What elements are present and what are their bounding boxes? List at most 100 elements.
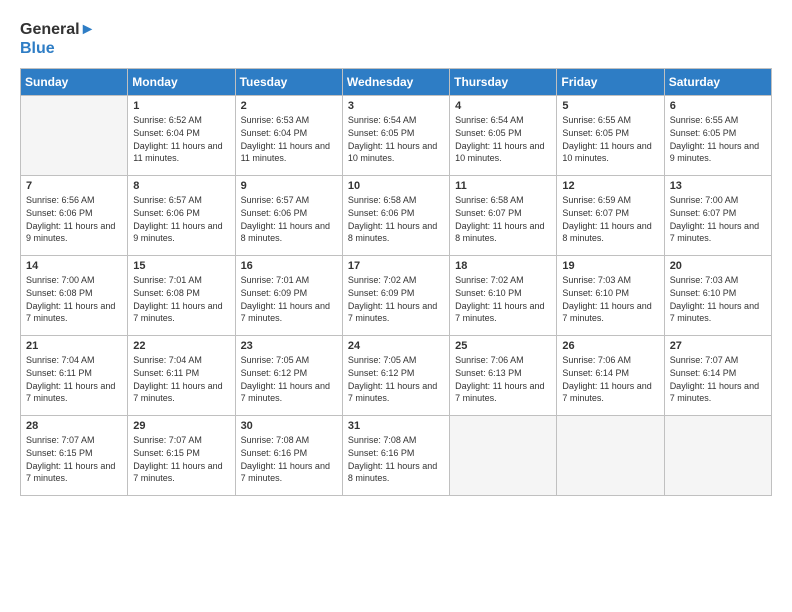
day-number: 22 <box>133 340 229 352</box>
day-info: Sunrise: 7:00 AMSunset: 6:08 PMDaylight:… <box>26 274 122 324</box>
day-info: Sunrise: 6:55 AMSunset: 6:05 PMDaylight:… <box>670 114 766 164</box>
day-number: 13 <box>670 180 766 192</box>
day-info: Sunrise: 6:52 AMSunset: 6:04 PMDaylight:… <box>133 114 229 164</box>
calendar-table: SundayMondayTuesdayWednesdayThursdayFrid… <box>20 68 772 496</box>
calendar-cell <box>664 416 771 496</box>
day-number: 29 <box>133 420 229 432</box>
calendar-cell: 7 Sunrise: 6:56 AMSunset: 6:06 PMDaylight… <box>21 176 128 256</box>
day-info: Sunrise: 7:04 AMSunset: 6:11 PMDaylight:… <box>133 354 229 404</box>
day-number: 3 <box>348 100 444 112</box>
day-info: Sunrise: 7:01 AMSunset: 6:08 PMDaylight:… <box>133 274 229 324</box>
calendar-cell: 12Sunrise: 6:59 AMSunset: 6:07 PMDayligh… <box>557 176 664 256</box>
calendar-cell: 31 Sunrise: 7:08 AMSunset: 6:16 PMDayligh… <box>342 416 449 496</box>
day-number: 19 <box>562 260 658 272</box>
day-info: Sunrise: 7:07 AMSunset: 6:15 PMDaylight:… <box>133 434 229 484</box>
calendar-cell: 20Sunrise: 7:03 AMSunset: 6:10 PMDayligh… <box>664 256 771 336</box>
calendar-week-3: 14 Sunrise: 7:00 AMSunset: 6:08 PMDayligh… <box>21 256 772 336</box>
day-info: Sunrise: 7:01 AMSunset: 6:09 PMDaylight:… <box>241 274 337 324</box>
day-number: 23 <box>241 340 337 352</box>
calendar-cell: 24 Sunrise: 7:05 AMSunset: 6:12 PMDayligh… <box>342 336 449 416</box>
calendar-cell: 13 Sunrise: 7:00 AMSunset: 6:07 PMDayligh… <box>664 176 771 256</box>
calendar-cell: 11 Sunrise: 6:58 AMSunset: 6:07 PMDayligh… <box>450 176 557 256</box>
calendar-cell: 10 Sunrise: 6:58 AMSunset: 6:06 PMDayligh… <box>342 176 449 256</box>
day-number: 25 <box>455 340 551 352</box>
day-info: Sunrise: 7:05 AMSunset: 6:12 PMDaylight:… <box>348 354 444 404</box>
column-header-saturday: Saturday <box>664 69 771 96</box>
calendar-cell: 28 Sunrise: 7:07 AMSunset: 6:15 PMDayligh… <box>21 416 128 496</box>
calendar-cell <box>557 416 664 496</box>
calendar-week-4: 21 Sunrise: 7:04 AMSunset: 6:11 PMDayligh… <box>21 336 772 416</box>
day-number: 5 <box>562 100 658 112</box>
day-number: 7 <box>26 180 122 192</box>
day-number: 26 <box>562 340 658 352</box>
day-number: 31 <box>348 420 444 432</box>
day-info: Sunrise: 6:55 AMSunset: 6:05 PMDaylight:… <box>562 114 658 164</box>
calendar-cell: 17Sunrise: 7:02 AMSunset: 6:09 PMDayligh… <box>342 256 449 336</box>
day-info: Sunrise: 6:54 AMSunset: 6:05 PMDaylight:… <box>455 114 551 164</box>
calendar-cell: 5 Sunrise: 6:55 AMSunset: 6:05 PMDaylight… <box>557 96 664 176</box>
day-info: Sunrise: 6:53 AMSunset: 6:04 PMDaylight:… <box>241 114 337 164</box>
calendar-cell <box>21 96 128 176</box>
day-number: 9 <box>241 180 337 192</box>
calendar-cell: 30 Sunrise: 7:08 AMSunset: 6:16 PMDayligh… <box>235 416 342 496</box>
logo-blue-text: Blue <box>20 39 95 58</box>
day-number: 21 <box>26 340 122 352</box>
day-number: 28 <box>26 420 122 432</box>
calendar-cell: 1 Sunrise: 6:52 AMSunset: 6:04 PMDaylight… <box>128 96 235 176</box>
day-number: 30 <box>241 420 337 432</box>
calendar-cell: 14 Sunrise: 7:00 AMSunset: 6:08 PMDayligh… <box>21 256 128 336</box>
calendar-cell <box>450 416 557 496</box>
calendar-cell: 25 Sunrise: 7:06 AMSunset: 6:13 PMDayligh… <box>450 336 557 416</box>
logo-general-text: General► <box>20 20 95 39</box>
calendar-cell: 8Sunrise: 6:57 AMSunset: 6:06 PMDaylight… <box>128 176 235 256</box>
day-info: Sunrise: 6:58 AMSunset: 6:07 PMDaylight:… <box>455 194 551 244</box>
calendar-cell: 3Sunrise: 6:54 AMSunset: 6:05 PMDaylight… <box>342 96 449 176</box>
calendar-cell: 4Sunrise: 6:54 AMSunset: 6:05 PMDaylight… <box>450 96 557 176</box>
day-number: 11 <box>455 180 551 192</box>
calendar-cell: 9 Sunrise: 6:57 AMSunset: 6:06 PMDaylight… <box>235 176 342 256</box>
calendar-cell: 29 Sunrise: 7:07 AMSunset: 6:15 PMDayligh… <box>128 416 235 496</box>
column-header-sunday: Sunday <box>21 69 128 96</box>
day-info: Sunrise: 7:04 AMSunset: 6:11 PMDaylight:… <box>26 354 122 404</box>
day-info: Sunrise: 7:02 AMSunset: 6:09 PMDaylight:… <box>348 274 444 324</box>
column-header-friday: Friday <box>557 69 664 96</box>
day-number: 10 <box>348 180 444 192</box>
calendar-week-1: 1 Sunrise: 6:52 AMSunset: 6:04 PMDaylight… <box>21 96 772 176</box>
day-number: 24 <box>348 340 444 352</box>
day-number: 2 <box>241 100 337 112</box>
day-info: Sunrise: 7:00 AMSunset: 6:07 PMDaylight:… <box>670 194 766 244</box>
day-info: Sunrise: 7:06 AMSunset: 6:14 PMDaylight:… <box>562 354 658 404</box>
day-info: Sunrise: 7:05 AMSunset: 6:12 PMDaylight:… <box>241 354 337 404</box>
day-info: Sunrise: 7:07 AMSunset: 6:14 PMDaylight:… <box>670 354 766 404</box>
day-info: Sunrise: 7:08 AMSunset: 6:16 PMDaylight:… <box>241 434 337 484</box>
day-info: Sunrise: 6:58 AMSunset: 6:06 PMDaylight:… <box>348 194 444 244</box>
calendar-cell: 21 Sunrise: 7:04 AMSunset: 6:11 PMDayligh… <box>21 336 128 416</box>
day-number: 1 <box>133 100 229 112</box>
column-header-tuesday: Tuesday <box>235 69 342 96</box>
day-info: Sunrise: 7:08 AMSunset: 6:16 PMDaylight:… <box>348 434 444 484</box>
day-info: Sunrise: 7:02 AMSunset: 6:10 PMDaylight:… <box>455 274 551 324</box>
day-number: 8 <box>133 180 229 192</box>
calendar-week-2: 7 Sunrise: 6:56 AMSunset: 6:06 PMDaylight… <box>21 176 772 256</box>
day-number: 16 <box>241 260 337 272</box>
page-header: General► Blue <box>20 20 772 58</box>
day-info: Sunrise: 7:07 AMSunset: 6:15 PMDaylight:… <box>26 434 122 484</box>
day-number: 14 <box>26 260 122 272</box>
calendar-cell: 2 Sunrise: 6:53 AMSunset: 6:04 PMDaylight… <box>235 96 342 176</box>
column-header-thursday: Thursday <box>450 69 557 96</box>
day-number: 27 <box>670 340 766 352</box>
day-number: 18 <box>455 260 551 272</box>
day-info: Sunrise: 6:56 AMSunset: 6:06 PMDaylight:… <box>26 194 122 244</box>
calendar-cell: 15 Sunrise: 7:01 AMSunset: 6:08 PMDayligh… <box>128 256 235 336</box>
calendar-week-5: 28 Sunrise: 7:07 AMSunset: 6:15 PMDayligh… <box>21 416 772 496</box>
day-info: Sunrise: 6:57 AMSunset: 6:06 PMDaylight:… <box>241 194 337 244</box>
logo: General► Blue <box>20 20 95 58</box>
column-header-wednesday: Wednesday <box>342 69 449 96</box>
day-info: Sunrise: 7:06 AMSunset: 6:13 PMDaylight:… <box>455 354 551 404</box>
calendar-cell: 22 Sunrise: 7:04 AMSunset: 6:11 PMDayligh… <box>128 336 235 416</box>
calendar-cell: 26 Sunrise: 7:06 AMSunset: 6:14 PMDayligh… <box>557 336 664 416</box>
calendar-cell: 23 Sunrise: 7:05 AMSunset: 6:12 PMDayligh… <box>235 336 342 416</box>
day-number: 15 <box>133 260 229 272</box>
calendar-cell: 27 Sunrise: 7:07 AMSunset: 6:14 PMDayligh… <box>664 336 771 416</box>
day-info: Sunrise: 7:03 AMSunset: 6:10 PMDaylight:… <box>562 274 658 324</box>
